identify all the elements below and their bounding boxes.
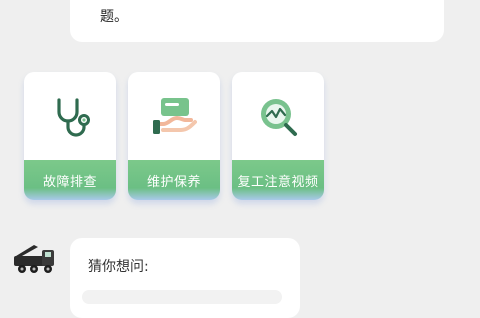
stethoscope-icon: [57, 98, 90, 137]
quick-action-label: 复工注意视频: [232, 160, 324, 200]
previous-message-bubble: 题。: [70, 0, 444, 42]
quick-action-return-to-work-video[interactable]: 复工注意视频: [232, 72, 324, 200]
suggestion-item-placeholder[interactable]: [82, 290, 282, 304]
quick-action-label: 故障排查: [24, 160, 116, 200]
suggestion-bubble: 猜你想问:: [70, 238, 300, 318]
truck-avatar-icon: [14, 245, 54, 273]
quick-action-maintenance[interactable]: 维护保养: [128, 72, 220, 200]
quick-action-label: 维护保养: [128, 160, 220, 200]
suggestion-title: 猜你想问:: [88, 259, 149, 275]
previous-message-text: 题。: [100, 9, 128, 25]
hand-card-icon: [153, 98, 197, 134]
quick-action-troubleshoot[interactable]: 故障排查: [24, 72, 116, 200]
magnifier-chart-icon: [261, 99, 297, 136]
